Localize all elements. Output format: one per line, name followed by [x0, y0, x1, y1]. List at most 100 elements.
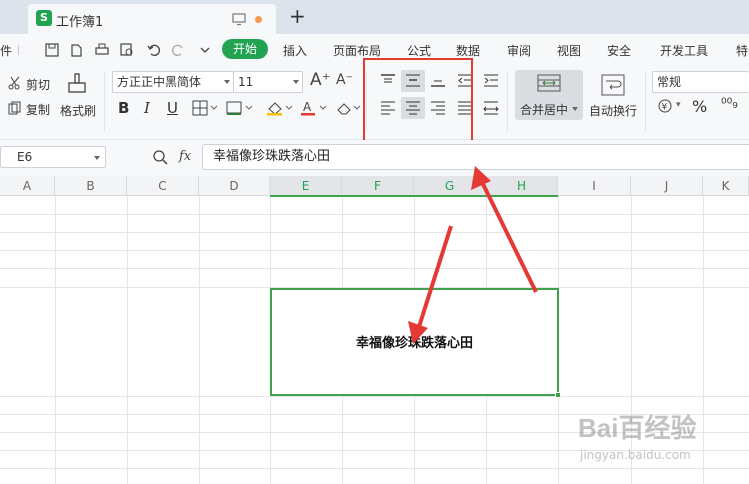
column-header-i[interactable]: I	[558, 176, 631, 196]
format-painter-button[interactable]: 格式刷	[60, 102, 96, 119]
merged-cell-e6[interactable]: 幸福像珍珠跌落心田	[270, 288, 559, 396]
column-header-b[interactable]: B	[55, 176, 127, 196]
print-preview-icon[interactable]	[119, 42, 135, 58]
merge-center-label: 合并居中	[520, 103, 569, 117]
unsaved-dot-icon	[255, 16, 262, 23]
column-header-c[interactable]: C	[127, 176, 199, 196]
column-header-k[interactable]: K	[703, 176, 749, 196]
selected-columns-indicator	[270, 195, 558, 197]
column-header-e[interactable]: E	[270, 176, 342, 196]
undo-icon[interactable]	[146, 42, 162, 58]
format-painter-icon[interactable]	[66, 72, 88, 94]
borders-icon[interactable]	[192, 100, 218, 116]
tab-more[interactable]: 特	[736, 42, 748, 59]
watermark-brand: Bai百经验	[578, 413, 697, 443]
auto-wrap-icon[interactable]	[601, 74, 625, 96]
font-color-icon[interactable]: A	[300, 100, 328, 116]
eraser-icon[interactable]	[336, 100, 362, 116]
grid-column-line	[199, 196, 200, 484]
divider	[18, 45, 19, 55]
scissors-icon[interactable]	[8, 76, 22, 90]
tab-developer[interactable]: 开发工具	[660, 42, 708, 59]
number-format-select[interactable]: 常规	[652, 71, 749, 93]
decrease-font-icon[interactable]: A⁻	[336, 72, 353, 88]
tab-page-layout[interactable]: 页面布局	[333, 42, 381, 59]
tab-review[interactable]: 审阅	[507, 42, 531, 59]
tab-data[interactable]: 数据	[456, 42, 480, 59]
annotation-highlight-box	[363, 58, 473, 146]
function-button[interactable]: fx	[179, 149, 191, 164]
title-bar: S 工作簿1 +	[0, 0, 749, 34]
column-header-d[interactable]: D	[199, 176, 270, 196]
zoom-search-icon[interactable]	[152, 149, 168, 165]
copy-button[interactable]: 复制	[26, 101, 50, 118]
cut-button[interactable]: 剪切	[26, 76, 50, 93]
underline-icon[interactable]: U	[167, 99, 178, 117]
tab-view[interactable]: 视图	[557, 42, 581, 59]
chevron-down-icon	[224, 80, 230, 84]
document-title: 工作簿1	[56, 15, 104, 30]
save-icon[interactable]	[44, 42, 60, 58]
svg-text:A: A	[303, 100, 312, 114]
baidu-jingyan-watermark: Bai百经验 jingyan.baidu.com	[578, 400, 738, 480]
tab-formulas[interactable]: 公式	[407, 42, 431, 59]
column-header-a[interactable]: A	[0, 176, 55, 196]
chevron-down-icon	[293, 80, 299, 84]
column-header-g[interactable]: G	[414, 176, 486, 196]
spreadsheet-logo-icon: S	[36, 10, 52, 26]
italic-icon[interactable]: I	[144, 99, 150, 117]
formula-input[interactable]: 幸福像珍珠跌落心田	[202, 144, 749, 170]
monitor-icon[interactable]	[232, 12, 246, 26]
grid-row-line	[0, 268, 749, 269]
svg-text:¥: ¥	[662, 103, 668, 113]
tab-insert[interactable]: 插入	[283, 42, 307, 59]
currency-icon[interactable]: ¥	[658, 99, 672, 113]
chevron-down-icon	[572, 107, 578, 111]
watermark-url: jingyan.baidu.com	[580, 448, 691, 462]
tab-start[interactable]: 开始	[222, 39, 268, 59]
column-header-f[interactable]: F	[342, 176, 414, 196]
font-family-value: 方正正中黑简体	[117, 75, 202, 89]
quick-access-dropdown-icon[interactable]	[197, 42, 213, 58]
tab-security[interactable]: 安全	[607, 42, 631, 59]
thousands-separator-icon[interactable]: ⁰⁰₉	[721, 96, 738, 112]
distributed-align-icon[interactable]	[483, 101, 499, 115]
grid-row-line	[0, 214, 749, 215]
export-icon[interactable]	[68, 42, 84, 58]
grid-column-line	[55, 196, 56, 484]
copy-icon[interactable]	[8, 101, 22, 115]
grid-row-line	[0, 396, 749, 397]
fill-style-icon[interactable]	[226, 100, 254, 116]
formula-bar: E6 fx 幸福像珍珠跌落心田	[0, 140, 749, 176]
auto-wrap-button[interactable]: 自动换行	[589, 102, 637, 119]
merge-cells-icon	[537, 74, 561, 92]
document-tab[interactable]: S 工作簿1	[28, 4, 276, 34]
bold-icon[interactable]: B	[118, 99, 129, 117]
column-header-h[interactable]: H	[486, 176, 558, 196]
print-icon[interactable]	[94, 42, 110, 58]
currency-dropdown-icon[interactable]: ▾	[676, 100, 681, 110]
grid-row-line	[0, 250, 749, 251]
fill-color-icon[interactable]	[266, 100, 294, 116]
menu-file[interactable]: 件	[0, 42, 12, 59]
number-format-value: 常规	[657, 75, 682, 89]
merge-center-button[interactable]: 合并居中	[515, 70, 583, 120]
name-box[interactable]: E6	[0, 146, 106, 168]
grid-column-line	[127, 196, 128, 484]
redo-icon[interactable]	[170, 42, 186, 58]
ribbon-divider	[645, 72, 646, 132]
increase-font-icon[interactable]: A⁺	[310, 70, 331, 90]
merged-cell-text: 幸福像珍珠跌落心田	[355, 336, 473, 351]
font-family-select[interactable]: 方正正中黑简体	[112, 71, 234, 93]
column-header-j[interactable]: J	[631, 176, 703, 196]
increase-indent-icon[interactable]	[483, 74, 499, 88]
ribbon-divider	[507, 72, 508, 132]
cell-reference: E6	[17, 150, 33, 164]
column-header-row: A B C D E F G H I J K	[0, 176, 749, 196]
fill-handle[interactable]	[555, 392, 561, 398]
font-size-select[interactable]: 11	[233, 71, 303, 93]
percent-button[interactable]: %	[692, 97, 707, 116]
new-tab-button[interactable]: +	[289, 4, 306, 28]
ribbon-divider	[104, 72, 105, 132]
grid-row-line	[0, 232, 749, 233]
